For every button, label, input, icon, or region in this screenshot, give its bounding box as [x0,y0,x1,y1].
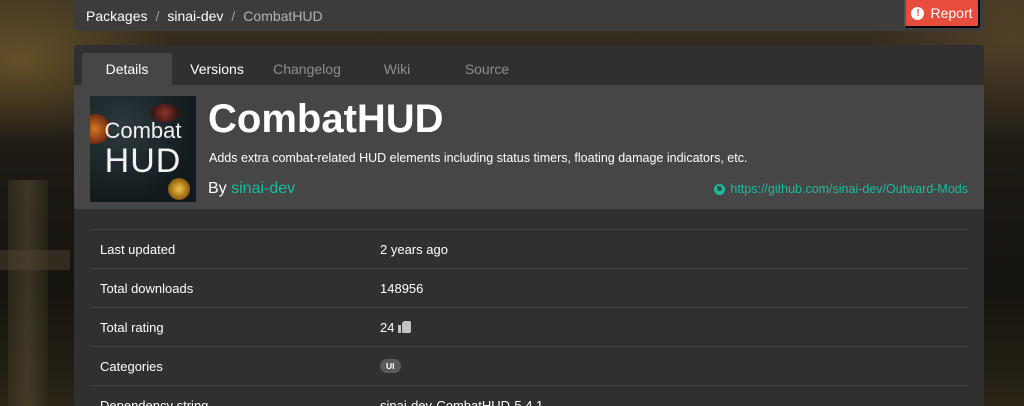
table-row: Dependency string sinai-dev-CombatHUD-5.… [90,385,968,406]
exclamation-circle-icon: ! [911,6,925,20]
report-button[interactable]: ! Report [904,0,980,28]
info-value: 148956 [380,280,424,296]
breadcrumb: Packages / sinai-dev / CombatHUD ! Repor… [74,0,984,31]
tab-wiki[interactable]: Wiki [352,53,442,85]
tab-details[interactable]: Details [82,53,172,85]
table-row: Total downloads 148956 [90,268,968,307]
info-value: 2 years ago [380,241,448,257]
table-row: Last updated 2 years ago [90,229,968,268]
package-byline: By sinai-dev [208,180,295,198]
thumbs-up-icon[interactable] [398,321,412,333]
background-beam [0,250,70,270]
info-value: sinai-dev-CombatHUD-5.4.1 [380,397,544,406]
tab-versions[interactable]: Versions [172,53,262,85]
rating-count: 24 [380,319,395,335]
package-description: Adds extra combat-related HUD elements i… [209,151,748,165]
table-row: Categories UI [90,346,968,385]
package-header: Combat HUD CombatHUD Adds extra combat-r… [74,85,984,209]
thumbnail-text-line2: HUD [104,142,182,180]
package-title: CombatHUD [208,97,444,141]
info-label: Categories [100,358,163,374]
info-label: Dependency string [100,397,209,406]
byline-prefix: By [208,180,227,197]
breadcrumb-author[interactable]: sinai-dev [167,8,223,24]
info-label: Last updated [100,241,176,257]
thumbnail-text-line1: Combat [104,118,182,143]
info-label: Total downloads [100,280,194,296]
globe-icon [714,183,726,195]
table-row: Total rating 24 [90,307,968,346]
thumbnail-decoration [168,178,190,200]
category-badge[interactable]: UI [380,359,401,373]
breadcrumb-packages[interactable]: Packages [86,8,147,24]
breadcrumb-current: CombatHUD [243,7,323,24]
info-label: Total rating [100,319,164,335]
background-post [8,180,48,406]
package-info-table: Last updated 2 years ago Total downloads… [90,229,968,406]
package-card: Details Versions Changelog Wiki Source C… [74,45,984,406]
info-value: 24 [380,320,412,335]
author-link[interactable]: sinai-dev [231,180,295,197]
website-url: https://github.com/sinai-dev/Outward-Mod… [730,182,968,196]
info-value: UI [380,359,401,373]
tab-changelog[interactable]: Changelog [262,53,352,85]
tab-bar: Details Versions Changelog Wiki Source [82,53,532,85]
report-button-label: Report [930,5,973,21]
tab-source[interactable]: Source [442,53,532,85]
breadcrumb-separator: / [231,7,236,24]
breadcrumb-separator: / [155,7,160,24]
website-link[interactable]: https://github.com/sinai-dev/Outward-Mod… [714,182,968,196]
package-thumbnail: Combat HUD [90,96,196,202]
